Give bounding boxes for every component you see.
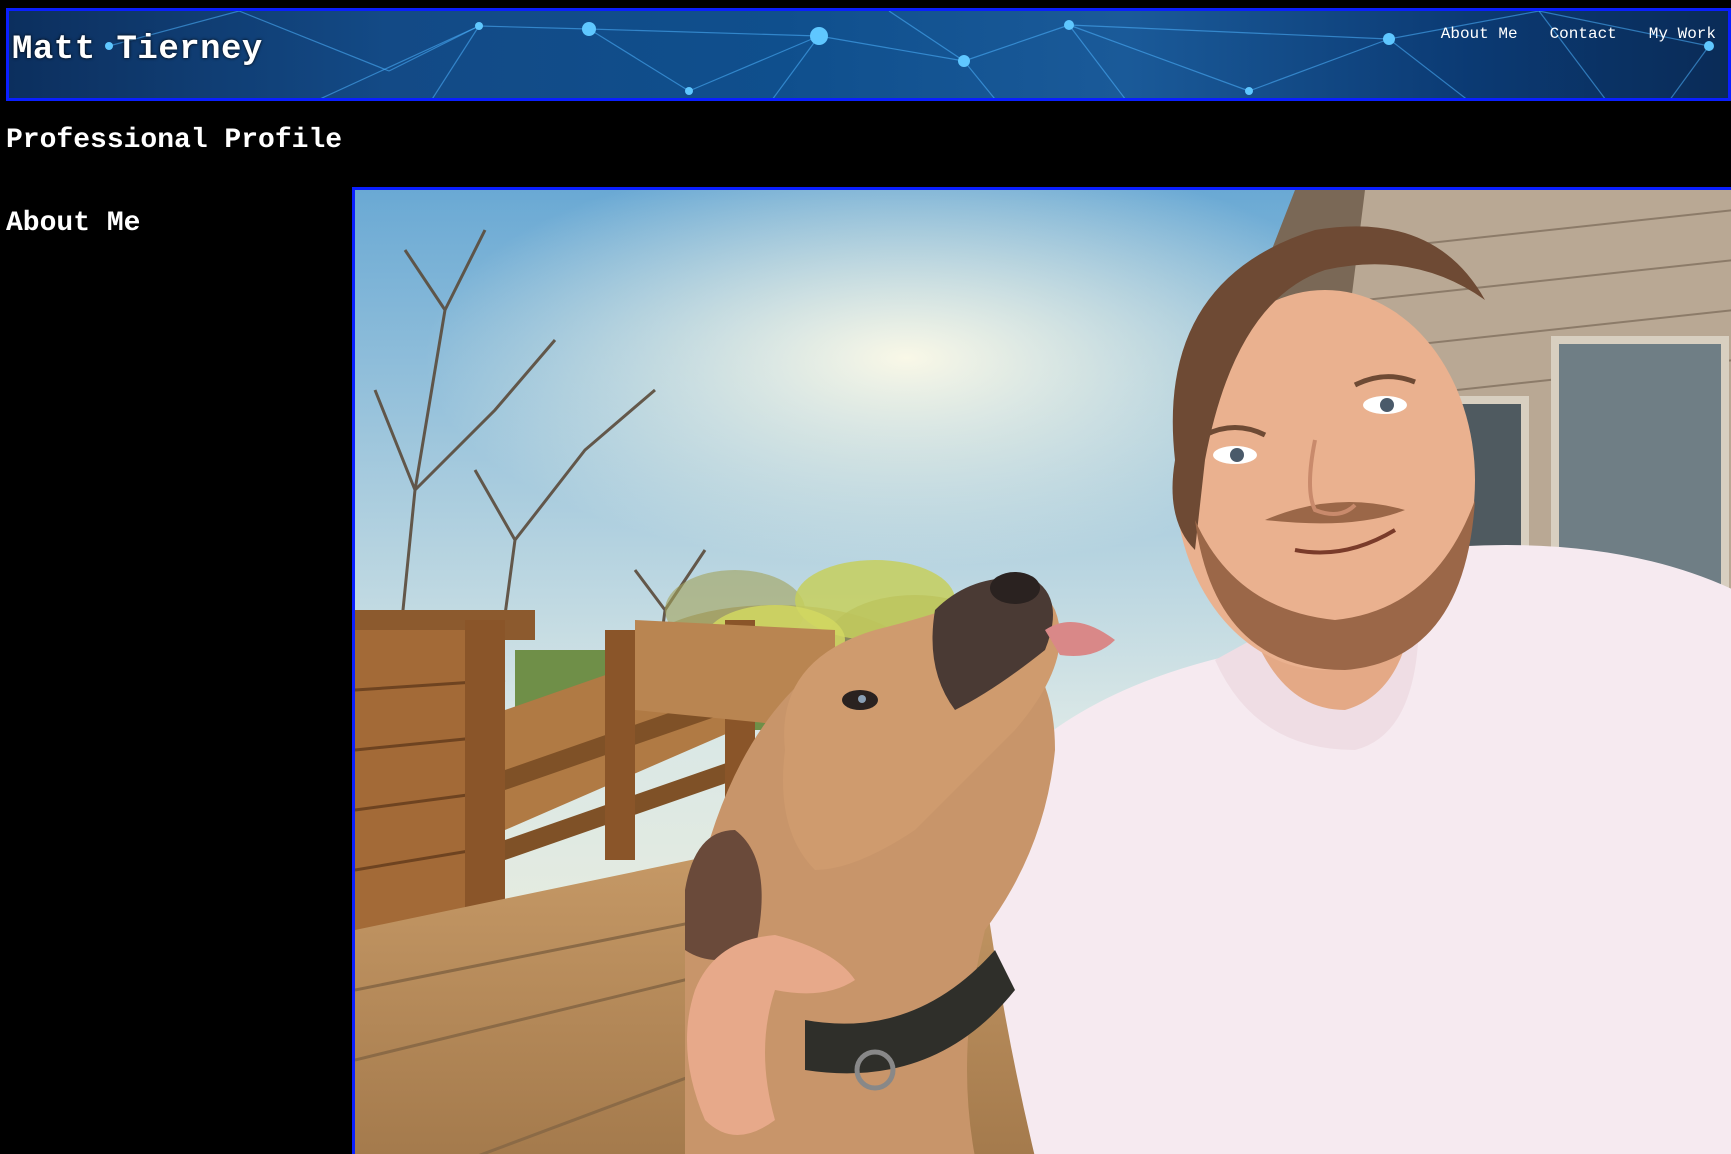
site-title[interactable]: Matt Tierney [12, 31, 263, 69]
main-nav: About Me Contact My Work [1441, 25, 1716, 43]
nav-link-my-work[interactable]: My Work [1649, 25, 1716, 43]
page-title: Professional Profile [6, 125, 343, 156]
site-header: Matt Tierney About Me Contact My Work [6, 8, 1731, 101]
profile-photo [352, 187, 1731, 1154]
profile-photo-illustration [355, 190, 1731, 1154]
nav-link-about-me[interactable]: About Me [1441, 25, 1518, 43]
nav-link-contact[interactable]: Contact [1550, 25, 1617, 43]
section-title-about-me: About Me [6, 208, 141, 239]
